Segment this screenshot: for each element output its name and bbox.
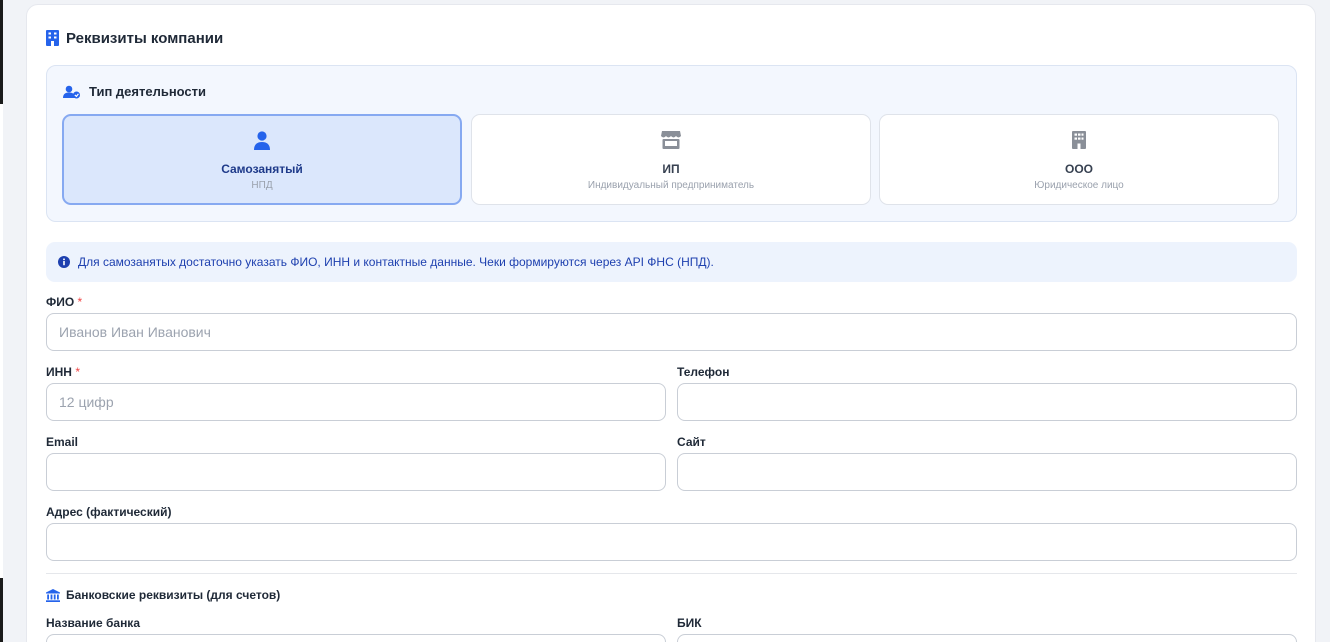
window-left-edge	[0, 0, 3, 642]
bik-input[interactable]	[677, 634, 1297, 642]
type-option-subtitle: Юридическое лицо	[1034, 180, 1124, 191]
type-option-ooo[interactable]: ООО Юридическое лицо	[879, 114, 1279, 205]
bik-label: БИК	[677, 616, 702, 630]
section-header: Реквизиты компании	[46, 28, 223, 48]
inn-label: ИНН *	[46, 365, 80, 379]
type-option-ip[interactable]: ИП Индивидуальный предприниматель	[471, 114, 871, 205]
type-option-label: ИП	[662, 162, 680, 176]
email-input[interactable]	[46, 453, 666, 491]
inn-input[interactable]	[46, 383, 666, 421]
bank-icon	[46, 588, 60, 602]
bank-section-header: Банковские реквизиты (для счетов)	[46, 588, 280, 602]
activity-type-header: Тип деятельности	[63, 84, 206, 99]
fio-input[interactable]	[46, 313, 1297, 351]
required-mark: *	[77, 295, 83, 309]
fio-label: ФИО *	[46, 295, 82, 309]
info-text: Для самозанятых достаточно указать ФИО, …	[78, 255, 714, 269]
activity-type-panel: Тип деятельности Самозанятый НПД ИП Инди…	[46, 65, 1297, 222]
address-input[interactable]	[46, 523, 1297, 561]
type-option-subtitle: НПД	[251, 180, 273, 191]
bank-section-title: Банковские реквизиты (для счетов)	[66, 588, 281, 602]
type-option-self-employed[interactable]: Самозанятый НПД	[62, 114, 462, 205]
store-icon	[472, 131, 870, 151]
building-icon	[46, 30, 59, 46]
required-mark: *	[75, 365, 80, 379]
address-label: Адрес (фактический)	[46, 505, 172, 519]
bank-name-label: Название банка	[46, 616, 140, 630]
type-option-subtitle: Индивидуальный предприниматель	[587, 180, 755, 191]
email-label: Email	[46, 435, 79, 449]
self-employed-info: Для самозанятых достаточно указать ФИО, …	[46, 242, 1297, 282]
section-divider	[46, 573, 1297, 574]
info-circle-icon	[58, 256, 70, 268]
phone-label: Телефон	[677, 365, 730, 379]
users-icon	[63, 85, 81, 99]
site-input[interactable]	[677, 453, 1297, 491]
type-option-label: ООО	[1064, 162, 1093, 176]
inn-label-text: ИНН	[46, 365, 72, 379]
user-icon	[64, 131, 460, 151]
office-building-icon	[880, 131, 1278, 151]
type-option-label: Самозанятый	[221, 162, 303, 176]
company-details-card: Реквизиты компании Тип деятельности Само…	[26, 4, 1316, 642]
bank-name-input[interactable]	[46, 634, 666, 642]
fio-label-text: ФИО	[46, 295, 75, 309]
site-label: Сайт	[677, 435, 706, 449]
activity-type-title: Тип деятельности	[89, 84, 207, 99]
phone-input[interactable]	[677, 383, 1297, 421]
section-title: Реквизиты компании	[66, 29, 224, 47]
